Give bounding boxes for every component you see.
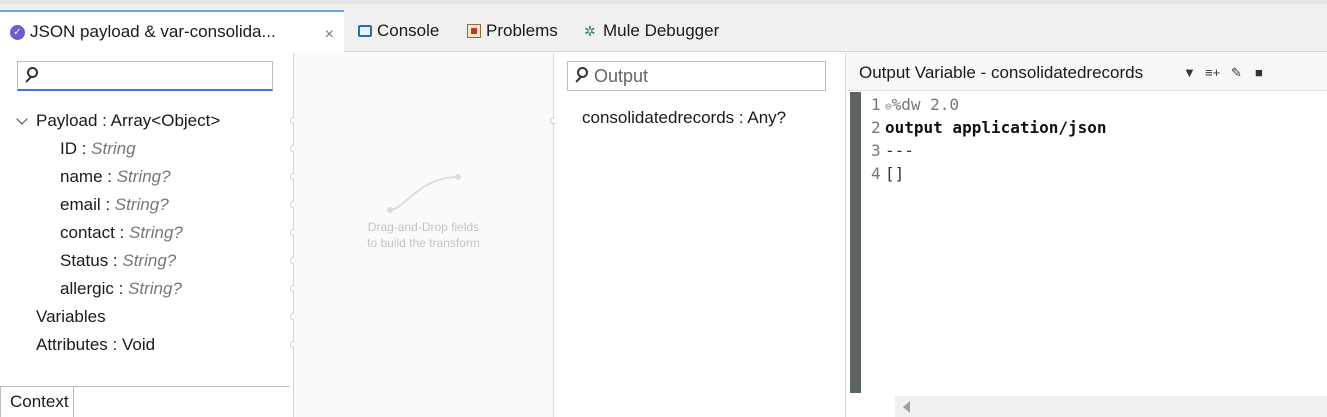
input-search-field[interactable] xyxy=(17,61,273,91)
tab-context[interactable]: Context xyxy=(0,386,74,417)
editor-toolbar: Output Variable - consolidatedrecords ▼ … xyxy=(847,53,1327,91)
panel-divider[interactable] xyxy=(553,53,554,417)
tab-dataweave-editor[interactable]: ✓ JSON payload & var-consolida... × xyxy=(0,10,344,52)
tree-node-field[interactable]: contact : String? xyxy=(60,221,183,245)
output-search-field[interactable]: Output xyxy=(567,61,826,91)
code-line: 4[] xyxy=(871,164,905,183)
tab-label: Console xyxy=(377,21,440,40)
bug-icon: ✲ xyxy=(584,23,596,39)
delete-trash-icon[interactable]: ■ xyxy=(1255,65,1263,80)
tree-node-consolidatedrecords[interactable]: consolidatedrecords : Any? xyxy=(582,108,786,132)
fold-collapse-icon[interactable]: ⊖ xyxy=(885,100,892,113)
tab-label: Problems xyxy=(486,21,558,40)
code-line: 1 ⊖%dw 2.0 xyxy=(871,95,960,114)
search-icon xyxy=(574,67,588,83)
code-line: 2 output application/json xyxy=(871,118,1107,137)
tree-node-field[interactable]: name : String? xyxy=(60,165,171,189)
add-output-icon[interactable]: ≡+ xyxy=(1205,65,1220,80)
chevron-down-icon[interactable] xyxy=(16,109,28,133)
code-line: 3 --- xyxy=(871,141,914,160)
code-editor[interactable]: 1 ⊖%dw 2.0 2 output application/json 3 --- … xyxy=(871,93,1107,185)
output-selector[interactable]: Output Variable - consolidatedrecords xyxy=(859,63,1143,83)
dataweave-icon: ✓ xyxy=(10,24,25,40)
edit-pencil-icon[interactable]: ✎ xyxy=(1231,65,1242,81)
tree-node-field[interactable]: allergic : String? xyxy=(60,277,182,301)
tab-label: Mule Debugger xyxy=(603,21,720,40)
output-panel: Output consolidatedrecords : Any? xyxy=(555,53,845,417)
input-panel: Payload : Array<Object> ID : String name… xyxy=(0,53,293,417)
tree-node-field[interactable]: ID : String xyxy=(60,137,136,161)
output-search-placeholder: Output xyxy=(594,66,649,86)
tab-problems[interactable]: Problems xyxy=(467,10,558,52)
panel-divider[interactable] xyxy=(845,53,846,417)
close-icon[interactable]: × xyxy=(325,26,334,44)
tab-console[interactable]: Console xyxy=(358,10,439,52)
script-editor-panel: Output Variable - consolidatedrecords ▼ … xyxy=(847,53,1327,417)
tree-node-field[interactable]: Status : String? xyxy=(60,249,176,273)
console-icon xyxy=(358,25,372,37)
drag-drop-hint: Drag-and-Drop fields to build the transf… xyxy=(367,220,480,250)
dropdown-arrow-icon[interactable]: ▼ xyxy=(1183,65,1196,80)
tree-node-attributes[interactable]: Attributes : Void xyxy=(36,333,155,357)
view-tab-bar: ✓ JSON payload & var-consolida... × Cons… xyxy=(0,0,1327,52)
editor-gutter-bar xyxy=(850,92,861,393)
horizontal-scrollbar[interactable] xyxy=(895,396,1327,417)
tree-node-variables[interactable]: Variables xyxy=(36,305,106,329)
tab-label: JSON payload & var-consolida... xyxy=(30,22,276,41)
tab-bar-top-line xyxy=(0,0,1327,4)
tree-node-field[interactable]: email : String? xyxy=(60,193,169,217)
scroll-left-icon[interactable] xyxy=(903,401,910,413)
mapping-canvas[interactable]: Drag-and-Drop fields to build the transf… xyxy=(294,53,553,417)
search-icon xyxy=(24,67,38,83)
problems-icon xyxy=(467,24,481,38)
context-tab-underline xyxy=(74,386,290,387)
tab-mule-debugger[interactable]: ✲ Mule Debugger xyxy=(584,10,719,52)
